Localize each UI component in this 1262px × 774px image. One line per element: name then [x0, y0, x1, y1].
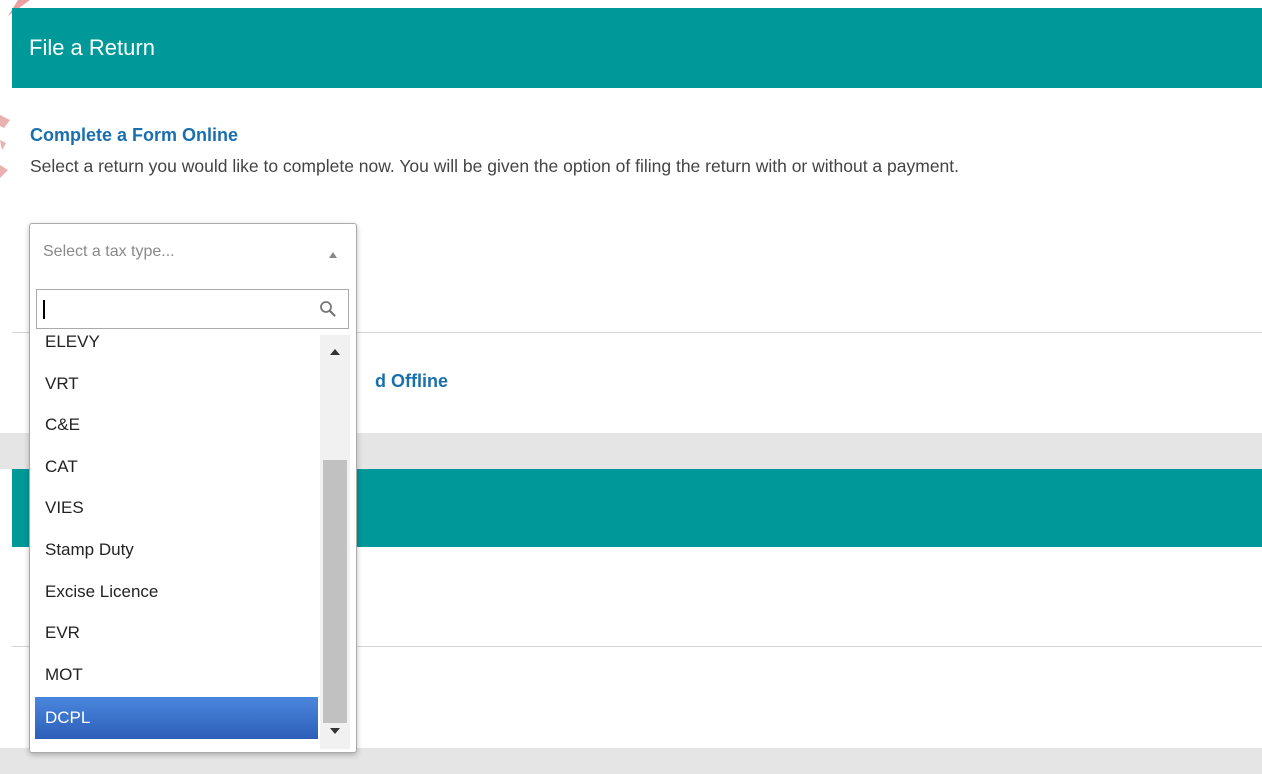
option-dcpl[interactable]: DCPL [35, 697, 318, 739]
page: File a Return Complete a Form Online Sel… [0, 0, 1262, 774]
option-c-and-e[interactable]: C&E [35, 404, 318, 446]
option-excise-licence[interactable]: Excise Licence [35, 571, 318, 613]
option-cat[interactable]: CAT [35, 446, 318, 488]
option-evr[interactable]: EVR [35, 612, 318, 654]
scrollbar-thumb[interactable] [323, 460, 347, 723]
complete-form-online-link[interactable]: Complete a Form Online [30, 125, 238, 146]
search-icon [320, 301, 336, 317]
download-offline-link[interactable]: d Offline [375, 371, 448, 392]
scroll-up-arrow-icon[interactable] [330, 349, 340, 355]
option-vies[interactable]: VIES [35, 487, 318, 529]
card-title: File a Return [29, 35, 155, 60]
chevron-up-icon[interactable] [329, 252, 337, 258]
card-header: File a Return [12, 8, 1262, 88]
option-mot[interactable]: MOT [35, 654, 318, 696]
tax-type-select[interactable]: Select a tax type... ELEVY VRT C&E CAT V… [29, 223, 357, 753]
option-elevy[interactable]: ELEVY [35, 335, 318, 363]
text-cursor [43, 300, 45, 319]
select-current-value[interactable]: Select a tax type... [30, 224, 356, 282]
online-section-description: Select a return you would like to comple… [30, 156, 960, 176]
select-search-input[interactable] [36, 289, 349, 329]
options-list[interactable]: ELEVY VRT C&E CAT VIES Stamp Duty Excise… [35, 335, 351, 749]
scroll-down-arrow-icon[interactable] [330, 728, 340, 734]
option-stamp-duty[interactable]: Stamp Duty [35, 529, 318, 571]
options-scrollbar[interactable] [320, 335, 350, 749]
option-vrt[interactable]: VRT [35, 363, 318, 405]
